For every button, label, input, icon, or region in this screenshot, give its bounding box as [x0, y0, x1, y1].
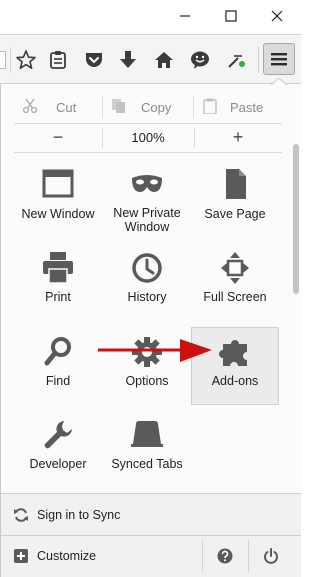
full-screen-label: Full Screen	[203, 290, 267, 304]
history-button[interactable]: History	[103, 252, 191, 332]
edit-controls: Cut Copy Paste	[14, 92, 282, 122]
developer-button[interactable]: Developer	[14, 419, 102, 499]
divider	[248, 540, 249, 572]
full-screen-button[interactable]: Full Screen	[191, 252, 279, 332]
customize-row: Customize	[1, 536, 301, 576]
minimize-icon[interactable]	[175, 6, 195, 26]
add-ons-label: Add-ons	[211, 374, 259, 388]
scissors-icon	[22, 98, 38, 114]
bookmark-star-icon[interactable]	[15, 49, 37, 71]
print-button[interactable]: Print	[14, 252, 102, 332]
extension-status-icon[interactable]	[225, 49, 247, 71]
hamburger-icon	[271, 53, 287, 66]
power-icon	[264, 548, 278, 564]
new-window-button[interactable]: New Window	[14, 168, 102, 248]
open-menu-button[interactable]	[263, 43, 295, 75]
paste-label: Paste	[230, 100, 264, 115]
panel-scrollbar[interactable]	[291, 90, 301, 490]
zoom-in-button[interactable]: +	[194, 124, 282, 152]
sync-icon	[14, 508, 28, 522]
copy-button[interactable]: Copy	[103, 92, 193, 122]
magnifier-icon	[44, 337, 71, 366]
printer-icon	[43, 252, 73, 284]
clipboard-icon	[203, 98, 217, 114]
panel-arrow	[270, 78, 288, 86]
customize-button[interactable]: Customize	[1, 536, 201, 576]
menu-footer: Sign in to Sync Customize	[1, 493, 301, 577]
home-icon[interactable]	[153, 49, 175, 71]
synced-tabs-button[interactable]: Synced Tabs	[103, 419, 191, 499]
synced-tabs-label: Synced Tabs	[111, 457, 183, 471]
reading-list-icon[interactable]	[47, 49, 69, 71]
save-page-button[interactable]: Save Page	[191, 168, 279, 248]
new-private-window-button[interactable]: New Private Window	[103, 168, 191, 248]
find-button[interactable]: Find	[14, 336, 102, 416]
url-bar-edge[interactable]	[0, 51, 6, 69]
plus-box-icon	[14, 549, 28, 563]
divider	[14, 152, 282, 153]
zoom-controls: − 100% +	[14, 124, 282, 152]
help-icon	[217, 548, 233, 564]
copy-icon	[112, 99, 125, 113]
copy-label: Copy	[141, 100, 172, 115]
paste-button[interactable]: Paste	[194, 92, 282, 122]
window-titlebar	[0, 0, 301, 34]
chat-smiley-icon[interactable]	[189, 49, 211, 71]
wrench-icon	[44, 421, 72, 449]
fullscreen-icon	[221, 252, 249, 284]
sign-in-to-sync-label: Sign in to Sync	[37, 508, 121, 522]
new-window-label: New Window	[21, 207, 95, 221]
save-page-label: Save Page	[204, 207, 266, 221]
close-icon[interactable]	[267, 6, 287, 26]
clock-icon	[132, 253, 162, 283]
cut-label: Cut	[56, 100, 77, 115]
divider	[202, 540, 203, 572]
new-window-icon	[42, 169, 74, 198]
pocket-icon[interactable]	[83, 49, 105, 71]
navigation-toolbar	[0, 34, 301, 84]
scroll-thumb[interactable]	[293, 144, 299, 294]
maximize-icon[interactable]	[221, 6, 241, 26]
developer-label: Developer	[29, 457, 87, 471]
history-label: History	[127, 290, 167, 304]
new-private-window-label: New Private Window	[113, 206, 181, 234]
toolbar-separator	[10, 47, 11, 73]
zoom-out-button[interactable]: −	[14, 124, 102, 152]
sign-in-to-sync-button[interactable]: Sign in to Sync	[1, 494, 301, 534]
help-button[interactable]	[207, 536, 243, 576]
download-icon[interactable]	[117, 49, 139, 71]
toolbar-separator	[258, 47, 259, 73]
save-page-icon	[226, 169, 246, 199]
private-mask-icon	[132, 175, 162, 192]
print-label: Print	[45, 290, 71, 304]
cut-button[interactable]: Cut	[14, 92, 102, 122]
zoom-reset-button[interactable]: 100%	[102, 124, 194, 152]
find-label: Find	[45, 374, 71, 388]
quit-button[interactable]	[253, 536, 289, 576]
options-label: Options	[125, 374, 169, 388]
customize-label: Customize	[37, 549, 97, 563]
puzzle-icon	[219, 340, 247, 366]
annotation-arrow	[98, 339, 212, 362]
synced-tabs-icon	[131, 421, 163, 447]
